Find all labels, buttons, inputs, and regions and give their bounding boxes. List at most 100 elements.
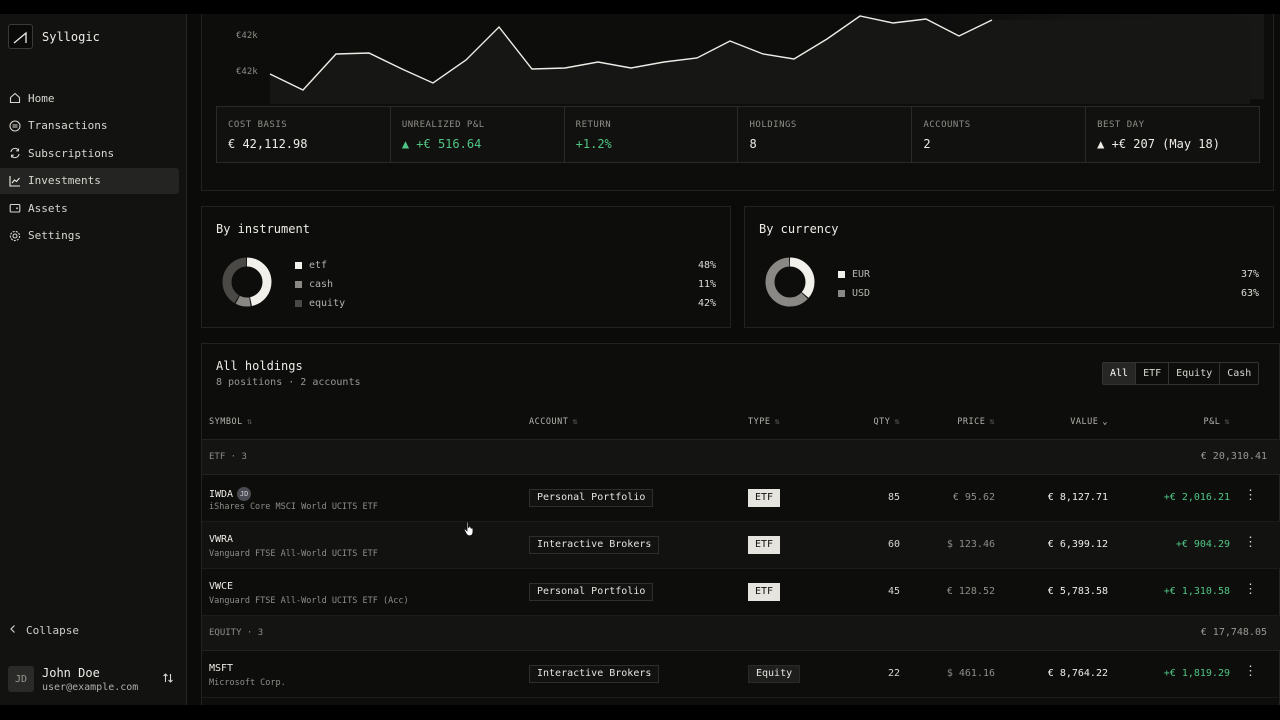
sort-desc-icon: ⌄	[1102, 417, 1108, 427]
stat-label: ACCOUNTS	[923, 120, 971, 130]
sidebar-item-assets[interactable]: Assets	[0, 195, 178, 221]
card-title: By instrument	[216, 222, 310, 236]
instrument-legend: etf 48% cash 11% equity 42%	[295, 256, 716, 313]
legend-item-eur: EUR 37%	[838, 265, 1259, 284]
legend-name: cash	[309, 279, 334, 290]
legend-value: 11%	[697, 279, 716, 290]
legend-value: 37%	[1240, 269, 1259, 280]
column-header-qty[interactable]: QTY ⇅	[874, 417, 900, 427]
chart-line-icon	[8, 174, 21, 187]
pnl-cell: +€ 2,016.21	[1163, 492, 1230, 503]
stat-label: BEST DAY	[1097, 120, 1145, 130]
table-row[interactable]: VWRA Vanguard FTSE All-World UCITS ETF I…	[202, 522, 1280, 569]
stat-value: € 42,112.98	[228, 137, 308, 151]
qty-cell: 60	[887, 539, 900, 550]
legend-swatch	[838, 271, 845, 278]
legend-name: etf	[309, 260, 328, 271]
group-label: ETF · 3	[209, 452, 247, 462]
price-cell: € 95.62	[952, 492, 995, 503]
legend-swatch	[838, 290, 845, 297]
group-total: € 20,310.41	[1200, 451, 1267, 462]
sidebar: Syllogic Home Transactions Subscriptions…	[0, 14, 187, 705]
column-header-price[interactable]: PRICE ⇅	[957, 417, 995, 427]
column-label: ACCOUNT	[529, 417, 569, 427]
column-header-pnl[interactable]: P&L ⇅	[1204, 417, 1230, 427]
column-header-value[interactable]: VALUE ⌄	[1070, 417, 1108, 427]
filter-etf[interactable]: ETF	[1136, 363, 1170, 384]
pnl-cell: +€ 1,819.29	[1163, 668, 1230, 679]
column-header-symbol[interactable]: SYMBOL ⇅	[209, 417, 252, 427]
stat-value: ▲ +€ 516.64	[401, 137, 482, 151]
filter-all[interactable]: All	[1103, 363, 1137, 384]
symbol: MSFT	[209, 663, 234, 674]
symbol-cell: VWRA	[209, 534, 233, 545]
portfolio-area	[270, 16, 1250, 104]
row-menu-icon[interactable]: ⋮	[1244, 582, 1257, 597]
row-menu-icon[interactable]: ⋮	[1244, 488, 1257, 503]
holdings-title: All holdings	[216, 359, 303, 373]
table-row[interactable]: VWCE Vanguard FTSE All-World UCITS ETF (…	[202, 569, 1280, 616]
sidebar-item-subscriptions[interactable]: Subscriptions	[0, 140, 178, 166]
legend-name: equity	[309, 298, 346, 309]
brand[interactable]: Syllogic	[8, 24, 100, 49]
type-badge: ETF	[748, 536, 781, 554]
sidebar-item-label: Transactions	[28, 119, 108, 133]
symbol-cell: IWDA JD	[209, 487, 252, 501]
main-content: €42k €42k COST BASIS € 42,112.98 UNREALI…	[187, 14, 1280, 705]
group-label: EQUITY · 3	[209, 628, 264, 638]
sidebar-item-label: Assets	[28, 201, 68, 215]
portfolio-chart-card: €42k €42k COST BASIS € 42,112.98 UNREALI…	[201, 14, 1274, 191]
legend-swatch	[295, 300, 302, 307]
legend-value: 63%	[1240, 288, 1259, 299]
stat-accounts: ACCOUNTS 2	[912, 107, 1087, 162]
app-name: Syllogic	[42, 29, 100, 44]
qty-cell: 85	[887, 492, 900, 503]
instrument-name: Vanguard FTSE All-World UCITS ETF	[209, 549, 378, 559]
gear-icon	[8, 229, 21, 242]
group-row-etf[interactable]: ETF · 3 € 20,310.41	[202, 440, 1280, 475]
sort-icon: ⇅	[1224, 417, 1230, 427]
holdings-table-card: All holdings 8 positions · 2 accounts Al…	[201, 343, 1280, 705]
collapse-button[interactable]: Collapse	[8, 624, 79, 637]
table-row[interactable]: MSFT Microsoft Corp. Interactive Brokers…	[202, 651, 1280, 698]
transactions-icon	[8, 119, 21, 132]
by-currency-card: By currency EUR 37% USD 63%	[744, 206, 1274, 328]
group-row-equity[interactable]: EQUITY · 3 € 17,748.05	[202, 616, 1280, 651]
type-badge: ETF	[748, 583, 781, 601]
switch-arrows-icon[interactable]	[162, 672, 174, 687]
pnl-cell: +€ 904.29	[1175, 539, 1230, 550]
value-cell: € 6,399.12	[1047, 539, 1108, 550]
sidebar-item-label: Investments	[28, 174, 101, 188]
row-menu-icon[interactable]: ⋮	[1244, 664, 1257, 679]
user-menu[interactable]: JD John Doe user@example.com	[8, 664, 180, 694]
stat-best-day: BEST DAY ▲ +€ 207 (May 18)	[1086, 107, 1259, 162]
stat-value: ▲ +€ 207 (May 18)	[1097, 137, 1220, 151]
portfolio-line-chart[interactable]: €42k €42k	[202, 14, 1275, 114]
stat-value: 2	[923, 137, 931, 151]
user-name: John Doe	[42, 665, 100, 680]
sidebar-item-home[interactable]: Home	[0, 85, 178, 111]
card-title: By currency	[759, 222, 839, 236]
row-menu-icon[interactable]: ⋮	[1244, 535, 1257, 550]
column-label: P&L	[1203, 417, 1221, 427]
value-cell: € 8,127.71	[1047, 492, 1108, 503]
sidebar-item-investments[interactable]: Investments	[0, 167, 179, 194]
group-total: € 17,748.05	[1200, 627, 1267, 638]
table-row[interactable]: IWDA JD iShares Core MSCI World UCITS ET…	[202, 475, 1280, 522]
sort-icon: ⇅	[894, 417, 900, 427]
sidebar-item-settings[interactable]: Settings	[0, 223, 178, 249]
filter-equity[interactable]: Equity	[1169, 363, 1221, 384]
column-header-type[interactable]: TYPE ⇅	[748, 417, 780, 427]
column-header-account[interactable]: ACCOUNT ⇅	[529, 417, 578, 427]
stat-cost-basis: COST BASIS € 42,112.98	[217, 107, 391, 162]
column-label: QTY	[873, 417, 891, 427]
sidebar-nav: Home Transactions Subscriptions Investme…	[0, 85, 186, 251]
legend-item-usd: USD 63%	[838, 284, 1259, 303]
price-cell: $ 123.46	[946, 539, 995, 550]
symbol-cell: MSFT	[209, 663, 233, 674]
qty-cell: 22	[887, 668, 900, 679]
legend-name: USD	[852, 288, 871, 299]
stat-label: UNREALIZED P&L	[401, 120, 485, 130]
filter-cash[interactable]: Cash	[1220, 363, 1258, 384]
sidebar-item-transactions[interactable]: Transactions	[0, 113, 178, 139]
